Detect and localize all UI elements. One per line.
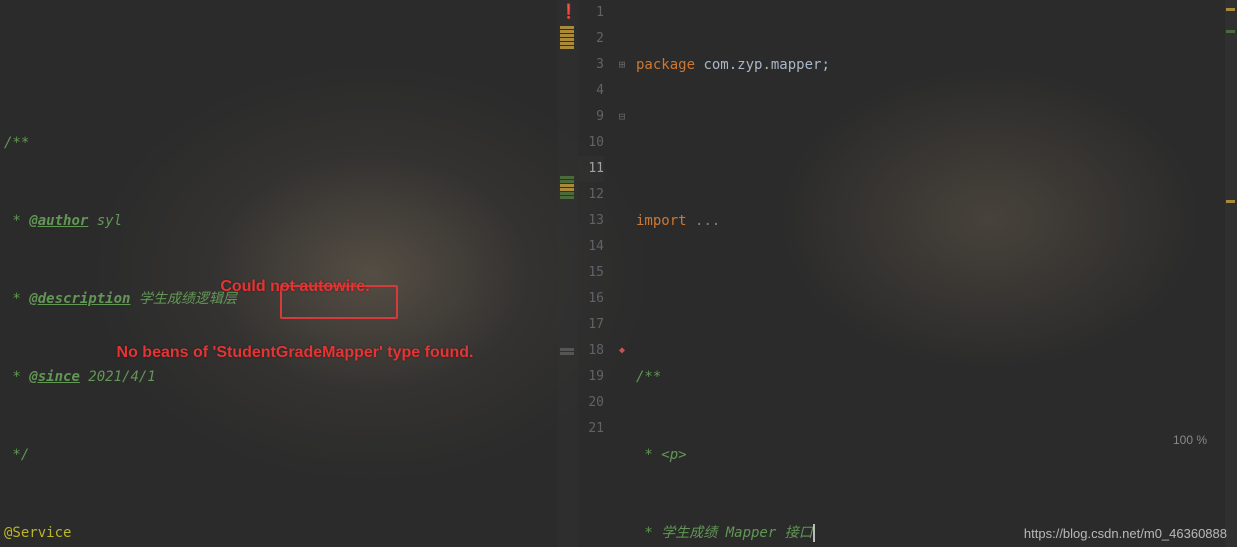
- fold-gutter: ◆: [612, 0, 632, 547]
- watermark: https://blog.csdn.net/m0_46360888: [1024, 526, 1227, 541]
- package-kw: package: [636, 57, 695, 73]
- line-num: 18: [578, 338, 604, 364]
- error-line-1: Could not autowire.: [50, 276, 540, 298]
- doc-desc: * 学生成绩 Mapper 接口: [636, 525, 813, 541]
- line-num: 19: [578, 364, 604, 390]
- change-marker-gutter: [558, 0, 578, 547]
- line-num: 20: [578, 390, 604, 416]
- import-folded[interactable]: ...: [695, 213, 720, 229]
- text-cursor: [813, 524, 815, 542]
- line-number-gutter: 1 2 3 4 9 10 11 12 13 14 15 16 17 18 19 …: [578, 0, 612, 547]
- left-code-area[interactable]: /** * @author syl * @description 学生成绩逻辑层…: [0, 0, 558, 547]
- line-num: 17: [578, 312, 604, 338]
- doc-start: /**: [636, 369, 661, 385]
- author-value: syl: [88, 213, 122, 229]
- line-num: 12: [578, 182, 604, 208]
- line-num: 9: [578, 104, 604, 130]
- doc-p-open: * <p>: [636, 447, 687, 463]
- line-num: 15: [578, 260, 604, 286]
- fold-toggle-import[interactable]: [612, 52, 632, 78]
- service-annotation: @Service: [4, 525, 71, 541]
- author-tag: @author: [29, 213, 88, 229]
- line-num: 21: [578, 416, 604, 442]
- line-num: 16: [578, 286, 604, 312]
- package-name: com.zyp.mapper: [703, 57, 821, 73]
- doc-start: /**: [4, 135, 29, 151]
- line-num: 13: [578, 208, 604, 234]
- left-editor-pane[interactable]: /** * @author syl * @description 学生成绩逻辑层…: [0, 0, 558, 547]
- line-num: 1: [578, 0, 604, 26]
- zoom-indicator[interactable]: 100 %: [1173, 433, 1207, 447]
- line-num: 3: [578, 52, 604, 78]
- line-num: 4: [578, 78, 604, 104]
- overview-ruler[interactable]: [1225, 0, 1237, 547]
- line-num: 10: [578, 130, 604, 156]
- error-icon: ❗: [560, 4, 577, 20]
- split-editor: /** * @author syl * @description 学生成绩逻辑层…: [0, 0, 1237, 547]
- line-num: 11: [578, 156, 604, 182]
- error-tooltip: Could not autowire. No beans of 'Student…: [50, 232, 540, 408]
- import-kw: import: [636, 213, 687, 229]
- line-num: 14: [578, 234, 604, 260]
- gutter-icon[interactable]: ◆: [612, 338, 632, 364]
- doc-end: */: [4, 447, 29, 463]
- right-editor-pane[interactable]: 1 2 3 4 9 10 11 12 13 14 15 16 17 18 19 …: [578, 0, 1237, 547]
- right-code-area[interactable]: package com.zyp.mapper; import ... /** *…: [632, 0, 1237, 547]
- fold-toggle-doc[interactable]: [612, 104, 632, 130]
- error-line-2: No beans of 'StudentGradeMapper' type fo…: [50, 342, 540, 364]
- line-num: 2: [578, 26, 604, 52]
